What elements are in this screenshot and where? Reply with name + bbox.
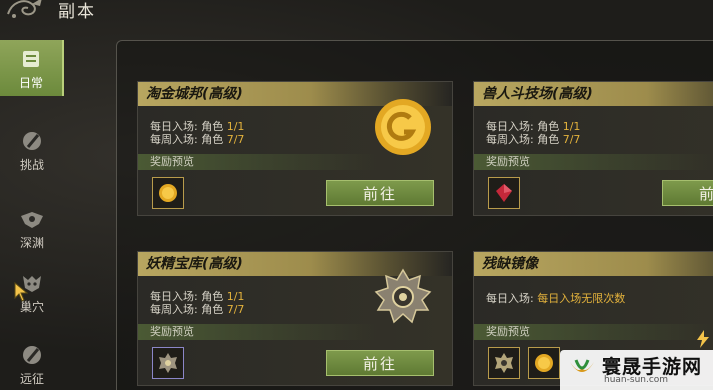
watermark-url: huan-sun.com — [604, 375, 669, 385]
sidebar-item-expedition[interactable]: 远征 — [0, 336, 64, 390]
coin-icon — [159, 184, 177, 202]
sidebar-item-challenge[interactable]: 挑战 — [0, 122, 64, 178]
dungeon-card: 淘金城邦(高级) 每日入场: 角色 1/1 每周入场: 角色 7/7 奖励预览 … — [137, 81, 453, 216]
top-bar: 副本 — [0, 0, 713, 22]
coin-icon — [535, 354, 553, 372]
go-button[interactable]: 前往 — [326, 180, 434, 206]
reward-slot[interactable] — [488, 177, 520, 209]
dungeon-card: 妖精宝库(高级) 每日入场: 角色 1/1 每周入场: 角色 7/7 奖励预览 … — [137, 251, 453, 386]
fairy-emblem-icon — [374, 268, 432, 324]
sidebar-item-label: 远征 — [19, 371, 44, 386]
go-button[interactable]: 前往 — [326, 350, 434, 376]
watermark-logo-icon — [570, 359, 594, 372]
reward-slot[interactable] — [528, 347, 560, 379]
card-title: 残缺镜像 — [474, 252, 713, 276]
reward-slot[interactable] — [488, 347, 520, 379]
weekly-entry-row: 每周入场: 角色 7/7 — [486, 133, 581, 146]
reward-preview-label: 奖励预览 — [138, 154, 378, 170]
sidebar-item-label: 深渊 — [19, 235, 44, 250]
reward-preview-label: 奖励预览 — [474, 324, 713, 340]
sword-shield-icon — [23, 131, 41, 150]
gold-coin-icon — [375, 99, 431, 155]
weekly-entry-row: 每周入场: 角色 7/7 — [150, 133, 245, 146]
sidebar-item-abyss[interactable]: 深渊 — [0, 200, 64, 256]
go-button[interactable]: 前往 — [662, 180, 713, 206]
site-watermark: 寰晟手游网 huan-sun.com — [560, 350, 713, 390]
mouse-cursor-icon — [14, 282, 28, 302]
sidebar: 日常 挑战 深渊 巢穴 远征 — [0, 40, 64, 390]
sidebar-item-label: 挑战 — [19, 157, 44, 172]
reward-slot[interactable] — [152, 347, 184, 379]
emblem-icon — [159, 353, 177, 373]
weekly-entry-row: 每周入场: 角色 7/7 — [150, 303, 245, 316]
eye-wings-icon — [21, 211, 43, 228]
dungeon-panel: 淘金城邦(高级) 每日入场: 角色 1/1 每周入场: 角色 7/7 奖励预览 … — [116, 40, 713, 390]
dungeon-card: 兽人斗技场(高级) 每日入场: 角色 1/1 每周入场: 角色 7/7 奖励预览… — [473, 81, 713, 216]
lightning-icon — [697, 330, 709, 348]
card-title: 兽人斗技场(高级) — [474, 82, 713, 106]
reward-preview-label: 奖励预览 — [138, 324, 378, 340]
sidebar-item-daily[interactable]: 日常 — [0, 40, 64, 96]
red-crystal-icon — [496, 184, 512, 202]
scroll-icon — [23, 50, 39, 67]
reward-slot[interactable] — [152, 177, 184, 209]
page-title: 副本 — [58, 2, 96, 22]
daily-entry-row: 每日入场: 每日入场无限次数 — [486, 292, 626, 305]
sidebar-item-label: 日常 — [18, 75, 43, 90]
reward-preview-label: 奖励预览 — [474, 154, 713, 170]
dragon-emblem-icon — [7, 0, 42, 18]
emblem-icon — [495, 353, 513, 373]
sword-shield-icon — [23, 345, 41, 364]
sidebar-item-lair[interactable]: 巢穴 — [0, 264, 64, 320]
